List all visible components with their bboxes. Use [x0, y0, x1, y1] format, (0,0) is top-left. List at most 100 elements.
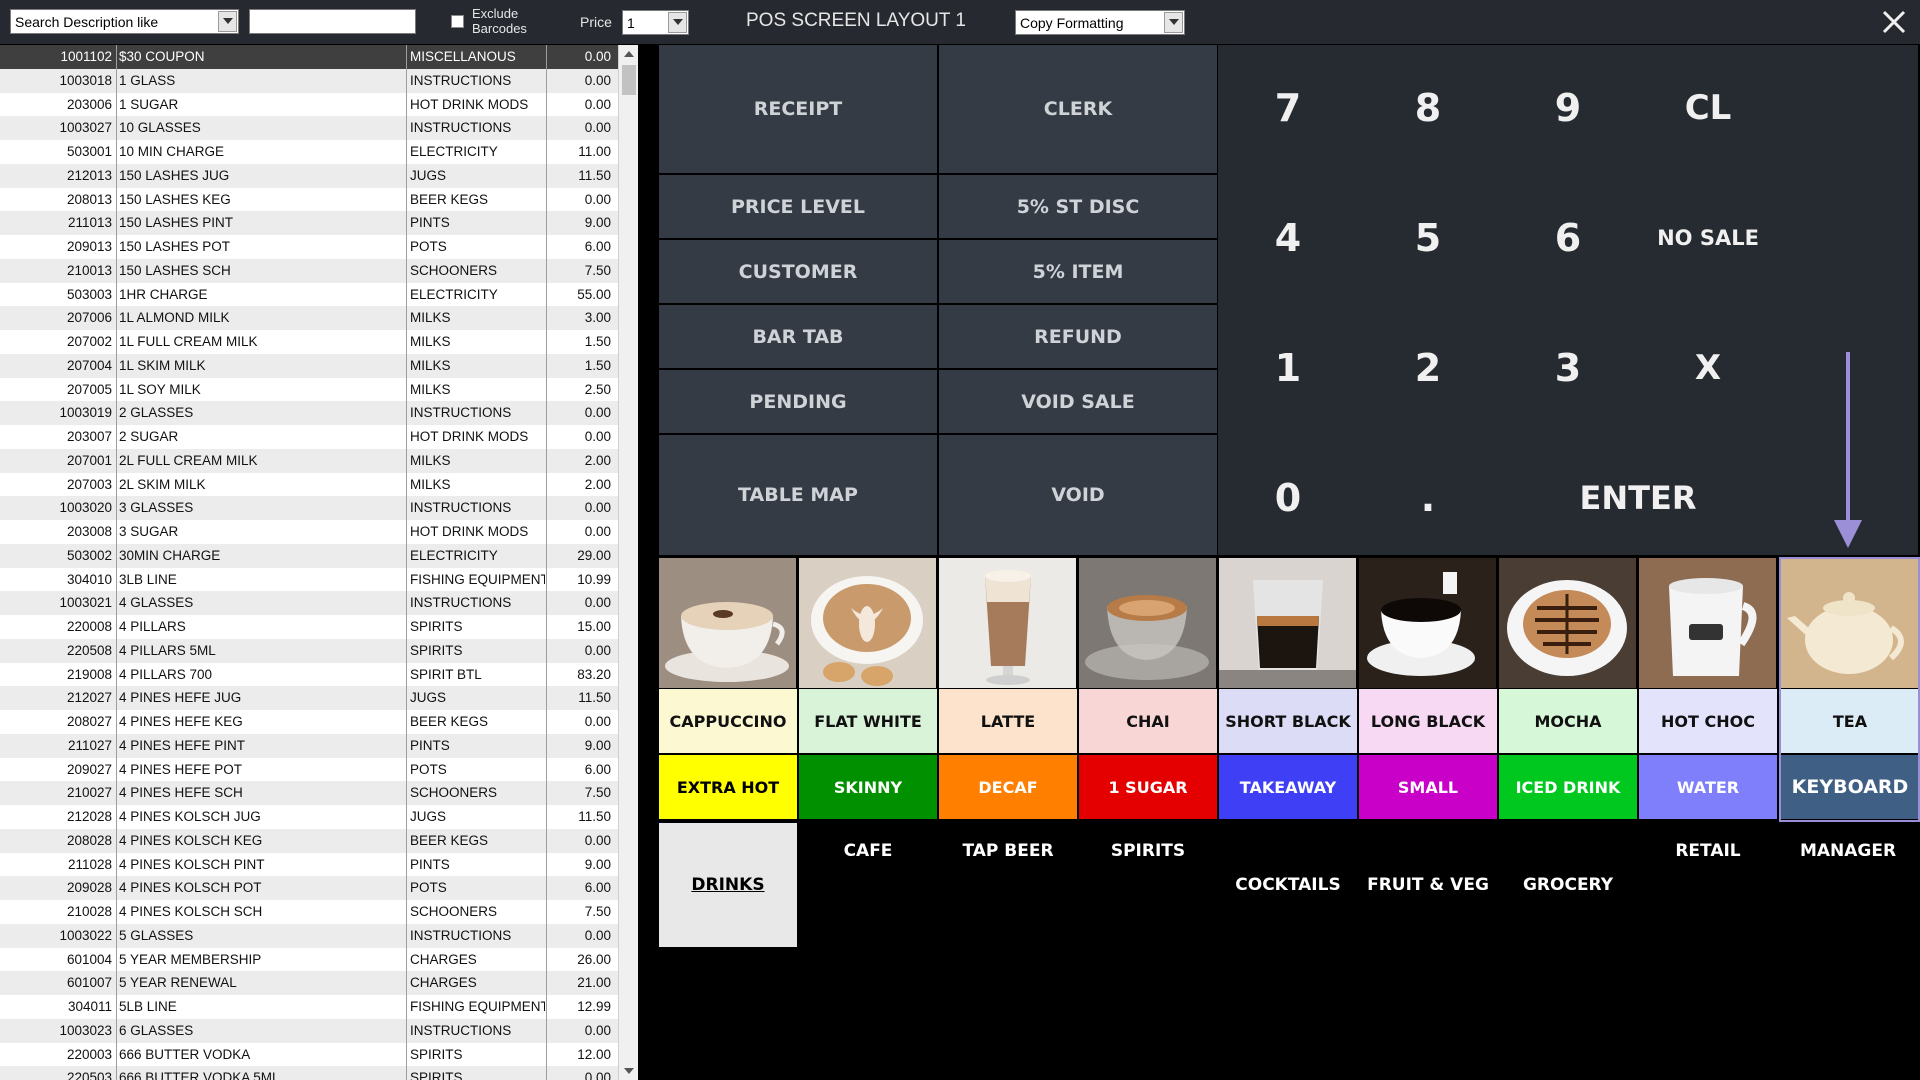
- table-map-button[interactable]: TABLE MAP: [659, 435, 937, 555]
- table-row[interactable]: 219008 4 PILLARS 700 SPIRIT BTL 83.20: [0, 663, 618, 687]
- key-0-button[interactable]: 0: [1218, 435, 1358, 560]
- table-row[interactable]: 207003 2L SKIM MILK MILKS 2.00: [0, 473, 618, 497]
- table-row[interactable]: 208027 4 PINES HEFE KEG BEER KEGS 0.00: [0, 710, 618, 734]
- table-row[interactable]: 207004 1L SKIM MILK MILKS 1.50: [0, 353, 618, 378]
- drink-button-hot-choc[interactable]: HOT CHOC: [1639, 689, 1777, 753]
- st-discount-button[interactable]: 5% ST DISC: [939, 175, 1217, 238]
- modifier-button-keyboard[interactable]: KEYBOARD: [1781, 755, 1919, 819]
- exclude-barcodes-checkbox[interactable]: [451, 15, 464, 28]
- modifier-button-decaf[interactable]: DECAF: [939, 755, 1077, 819]
- pending-button[interactable]: PENDING: [659, 370, 937, 433]
- receipt-button[interactable]: RECEIPT: [659, 45, 937, 173]
- key-4-button[interactable]: 4: [1218, 175, 1358, 300]
- modifier-button-skinny[interactable]: SKINNY: [799, 755, 937, 819]
- drink-button-cappuccino[interactable]: CAPPUCCINO: [659, 689, 797, 753]
- modifier-button-small[interactable]: SMALL: [1359, 755, 1497, 819]
- table-row[interactable]: 1003023 6 GLASSES INSTRUCTIONS 0.00: [0, 1018, 618, 1043]
- table-row[interactable]: 1001102 $30 COUPON MISCELLANOUS 0.00: [0, 45, 618, 69]
- table-row[interactable]: 207002 1L FULL CREAM MILK MILKS 1.50: [0, 330, 618, 354]
- key-3-button[interactable]: 3: [1498, 305, 1638, 430]
- list-scrollbar[interactable]: [618, 45, 638, 1080]
- key-6-button[interactable]: 6: [1498, 175, 1638, 300]
- modifier-button-takeaway[interactable]: TAKEAWAY: [1219, 755, 1357, 819]
- tab-spirits[interactable]: SPIRITS: [1079, 823, 1217, 879]
- table-row[interactable]: 211013 150 LASHES PINT PINTS 9.00: [0, 211, 618, 235]
- tea-photo[interactable]: [1781, 558, 1918, 688]
- table-row[interactable]: 211028 4 PINES KOLSCH PINT PINTS 9.00: [0, 853, 618, 877]
- table-row[interactable]: 209013 150 LASHES POT POTS 6.00: [0, 235, 618, 259]
- table-row[interactable]: 1003020 3 GLASSES INSTRUCTIONS 0.00: [0, 496, 618, 520]
- tab-retail[interactable]: RETAIL: [1639, 823, 1777, 879]
- table-row[interactable]: 207001 2L FULL CREAM MILK MILKS 2.00: [0, 448, 618, 473]
- scroll-up-icon[interactable]: [624, 51, 634, 57]
- tab-drinks[interactable]: DRINKS: [659, 823, 797, 947]
- table-row[interactable]: 503003 1HR CHARGE ELECTRICITY 55.00: [0, 283, 618, 307]
- table-row[interactable]: 601004 5 YEAR MEMBERSHIP CHARGES 26.00: [0, 948, 618, 972]
- modifier-button-water[interactable]: WATER: [1639, 755, 1777, 819]
- hot-choc-photo[interactable]: [1639, 558, 1776, 688]
- table-row[interactable]: 304010 3LB LINE FISHING EQUIPMENT 10.99: [0, 568, 618, 592]
- table-row[interactable]: 503002 30MIN CHARGE ELECTRICITY 29.00: [0, 543, 618, 568]
- table-row[interactable]: 1003018 1 GLASS INSTRUCTIONS 0.00: [0, 68, 618, 93]
- table-row[interactable]: 212028 4 PINES KOLSCH JUG JUGS 11.50: [0, 805, 618, 829]
- table-row[interactable]: 503001 10 MIN CHARGE ELECTRICITY 11.00: [0, 140, 618, 164]
- table-row[interactable]: 212027 4 PINES HEFE JUG JUGS 11.50: [0, 686, 618, 710]
- table-row[interactable]: 207005 1L SOY MILK MILKS 2.50: [0, 378, 618, 402]
- drink-button-flat-white[interactable]: FLAT WHITE: [799, 689, 937, 753]
- table-row[interactable]: 209028 4 PINES KOLSCH POT POTS 6.00: [0, 876, 618, 900]
- tab-grocery[interactable]: GROCERY: [1499, 823, 1637, 947]
- search-mode-dropdown[interactable]: Search Description like: [10, 9, 239, 34]
- table-row[interactable]: 208013 150 LASHES KEG BEER KEGS 0.00: [0, 188, 618, 212]
- table-row[interactable]: 210027 4 PINES HEFE SCH SCHOONERS 7.50: [0, 781, 618, 805]
- modifier-button-1-sugar[interactable]: 1 SUGAR: [1079, 755, 1217, 819]
- flat-white-photo[interactable]: [799, 558, 936, 688]
- key-8-button[interactable]: 8: [1358, 45, 1498, 170]
- table-row[interactable]: 1003021 4 GLASSES INSTRUCTIONS 0.00: [0, 591, 618, 615]
- drink-button-long-black[interactable]: LONG BLACK: [1359, 689, 1497, 753]
- item-discount-button[interactable]: 5% ITEM: [939, 240, 1217, 303]
- drink-button-tea[interactable]: TEA: [1781, 689, 1919, 753]
- table-row[interactable]: 212013 150 LASHES JUG JUGS 11.50: [0, 163, 618, 188]
- table-row[interactable]: 220003 666 BUTTER VODKA SPIRITS 12.00: [0, 1043, 618, 1067]
- bar-tab-button[interactable]: BAR TAB: [659, 305, 937, 368]
- chevron-down-icon[interactable]: [668, 12, 687, 33]
- table-row[interactable]: 220008 4 PILLARS SPIRITS 15.00: [0, 615, 618, 639]
- drink-button-chai[interactable]: CHAI: [1079, 689, 1217, 753]
- table-row[interactable]: 207006 1L ALMOND MILK MILKS 3.00: [0, 306, 618, 330]
- void-sale-button[interactable]: VOID SALE: [939, 370, 1217, 433]
- key-2-button[interactable]: 2: [1358, 305, 1498, 430]
- table-row[interactable]: 1003019 2 GLASSES INSTRUCTIONS 0.00: [0, 401, 618, 425]
- drink-button-latte[interactable]: LATTE: [939, 689, 1077, 753]
- tab-cocktails[interactable]: COCKTAILS: [1219, 823, 1357, 947]
- table-row[interactable]: 1003027 10 GLASSES INSTRUCTIONS 0.00: [0, 116, 618, 140]
- clerk-button[interactable]: CLERK: [939, 45, 1217, 173]
- enter-button[interactable]: ENTER: [1498, 435, 1778, 560]
- drink-button-short-black[interactable]: SHORT BLACK: [1219, 689, 1357, 753]
- close-icon[interactable]: [1878, 6, 1910, 38]
- table-row[interactable]: 601007 5 YEAR RENEWAL CHARGES 21.00: [0, 971, 618, 995]
- long-black-photo[interactable]: [1359, 558, 1496, 688]
- short-black-photo[interactable]: [1219, 558, 1356, 688]
- chevron-down-icon[interactable]: [218, 11, 237, 32]
- tab-tap-beer[interactable]: TAP BEER: [939, 823, 1077, 879]
- scroll-thumb[interactable]: [622, 65, 636, 95]
- search-input[interactable]: [249, 9, 416, 34]
- table-row[interactable]: 203008 3 SUGAR HOT DRINK MODS 0.00: [0, 520, 618, 544]
- void-button[interactable]: VOID: [939, 435, 1217, 555]
- key-1-button[interactable]: 1: [1218, 305, 1358, 430]
- chai-photo[interactable]: [1079, 558, 1216, 688]
- refund-button[interactable]: REFUND: [939, 305, 1217, 368]
- latte-photo[interactable]: [939, 558, 1076, 688]
- scroll-down-icon[interactable]: [624, 1068, 634, 1074]
- tab-fruit-veg[interactable]: FRUIT & VEG: [1359, 823, 1497, 947]
- table-row[interactable]: 211027 4 PINES HEFE PINT PINTS 9.00: [0, 733, 618, 758]
- mocha-photo[interactable]: [1499, 558, 1636, 688]
- chevron-down-icon[interactable]: [1164, 12, 1183, 33]
- customer-button[interactable]: CUSTOMER: [659, 240, 937, 303]
- table-row[interactable]: 203006 1 SUGAR HOT DRINK MODS 0.00: [0, 93, 618, 117]
- key-7-button[interactable]: 7: [1218, 45, 1358, 170]
- table-row[interactable]: 208028 4 PINES KOLSCH KEG BEER KEGS 0.00: [0, 828, 618, 853]
- table-row[interactable]: 220508 4 PILLARS 5ML SPIRITS 0.00: [0, 638, 618, 663]
- decimal-button[interactable]: .: [1358, 435, 1498, 560]
- table-row[interactable]: 210013 150 LASHES SCH SCHOONERS 7.50: [0, 258, 618, 283]
